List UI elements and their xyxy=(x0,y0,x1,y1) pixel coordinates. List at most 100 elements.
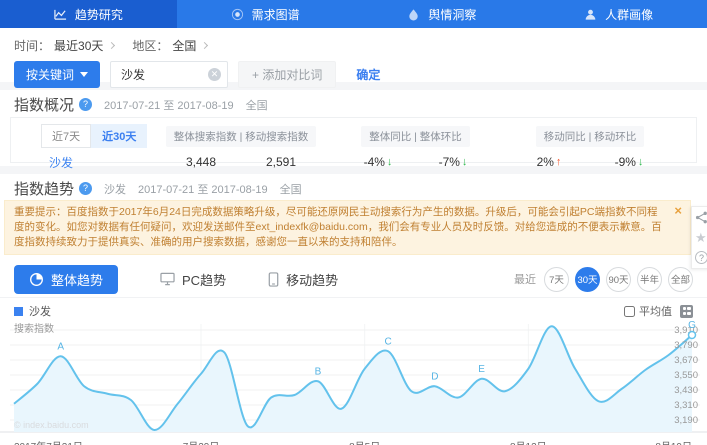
region-label: 地区： xyxy=(132,39,169,53)
x-axis-label: 8月19日 xyxy=(655,438,692,445)
chevron-right-icon[interactable] xyxy=(201,41,209,50)
trend-keyword: 沙发 xyxy=(104,183,127,196)
trend-date-range: 2017-07-21 至 2017-08-19 xyxy=(138,183,268,196)
baidu-index-page: 趋势研究 需求图谱 舆情洞察 人群画像 时间： 最近30天 地区： 全国 按关键词 … xyxy=(0,0,707,445)
trend-title: 指数趋势 xyxy=(14,181,75,198)
legend-keyword: 沙发 xyxy=(29,306,51,318)
chevron-down-icon xyxy=(80,72,89,77)
tab-pc-trend[interactable]: PC趋势 xyxy=(160,270,226,289)
mobile-ratio-header: 移动同比 | 移动环比 xyxy=(535,125,645,147)
keyword-mode-button[interactable]: 按关键词 xyxy=(14,61,101,88)
help-icon[interactable]: ? xyxy=(79,182,93,195)
up-arrow-icon: ↑ xyxy=(555,156,562,168)
tab-label: 整体趋势 xyxy=(51,272,104,288)
down-arrow-icon: ↓ xyxy=(386,156,393,168)
svg-text:F: F xyxy=(549,320,555,322)
mobile-ratio-values: 2% ↑ -9% ↓ xyxy=(510,155,670,169)
trend-header: 指数趋势 ? 沙发 2017-07-21 至 2017-08-19 全国 xyxy=(0,174,707,198)
add-compare-button[interactable]: + 添加对比词 xyxy=(238,61,337,88)
time-label: 时间： xyxy=(14,39,51,53)
period-half-year[interactable]: 半年 xyxy=(637,266,662,292)
overall-ratio-values: -4% ↓ -7% ↓ xyxy=(341,155,491,169)
tab-mobile-trend[interactable]: 移动趋势 xyxy=(268,270,338,289)
overall-ratio-header: 整体同比 | 整体环比 xyxy=(361,125,470,147)
time-value[interactable]: 最近30天 xyxy=(54,37,103,54)
mobile-mom: -9% ↓ xyxy=(614,155,644,169)
chart-legend-row: 沙发 平均值 xyxy=(0,298,707,320)
svg-text:© index.baidu.com: © index.baidu.com xyxy=(14,420,89,430)
help-icon[interactable]: ? xyxy=(79,98,93,111)
trend-tabs: 整体趋势 PC趋势 移动趋势 最近 7天 30天 90天 半年 全部 xyxy=(0,261,707,297)
region-value[interactable]: 全国 xyxy=(172,37,196,54)
average-checkbox[interactable] xyxy=(624,305,635,317)
time-region-filters: 时间： 最近30天 地区： 全国 xyxy=(14,37,693,54)
overview-column-headers: 近7天 近30天 整体搜索指数 | 移动搜索指数 整体同比 | 整体环比 移动同… xyxy=(11,118,696,148)
x-axis-label: 8月5日 xyxy=(349,438,380,445)
nav-label: 舆情洞察 xyxy=(428,7,477,22)
confirm-button[interactable]: 确定 xyxy=(350,65,386,84)
tab-label: 移动趋势 xyxy=(286,272,339,288)
trend-line-icon xyxy=(54,9,66,20)
filter-section: 时间：最近30天 地区：全国 按关键词 ✕ + 添加对比词 确定 xyxy=(0,28,707,88)
nav-item-trend-research[interactable]: 趋势研究 xyxy=(0,0,177,28)
pie-icon xyxy=(30,272,43,286)
nav-item-sentiment-insight[interactable]: 舆情洞察 xyxy=(354,0,531,28)
trend-line-chart[interactable]: 3,190 3,310 3,430 3,550 3,670 3,790 3,910 A B C D E… xyxy=(0,311,707,438)
overview-keyword[interactable]: 沙发 xyxy=(49,154,161,171)
period-label: 最近 xyxy=(514,274,536,286)
tab-overall-trend[interactable]: 整体趋势 xyxy=(14,264,119,294)
svg-text:3,310: 3,310 xyxy=(674,400,698,411)
period-selector: 最近 7天 30天 90天 半年 全部 xyxy=(514,266,693,292)
period-30days[interactable]: 30天 xyxy=(575,266,600,292)
svg-text:G: G xyxy=(688,320,696,331)
help-circle-icon[interactable]: ? xyxy=(695,251,707,264)
average-label: 平均值 xyxy=(639,306,672,318)
period-7days[interactable]: 7天 xyxy=(544,266,569,292)
svg-text:3,430: 3,430 xyxy=(674,385,698,396)
svg-text:C: C xyxy=(384,336,391,347)
overview-date-range: 2017-07-21 至 2017-08-19 xyxy=(104,99,234,112)
period-all[interactable]: 全部 xyxy=(668,266,693,292)
overview-region: 全国 xyxy=(245,99,268,112)
nav-item-audience-profile[interactable]: 人群画像 xyxy=(530,0,707,28)
search-index-values: 3,448 2,591 xyxy=(161,155,321,169)
top-nav: 趋势研究 需求图谱 舆情洞察 人群画像 xyxy=(0,0,707,28)
svg-text:3,790: 3,790 xyxy=(674,340,698,351)
toggle-30days[interactable]: 近30天 xyxy=(91,124,148,148)
person-icon xyxy=(585,9,596,20)
share-icon[interactable] xyxy=(695,211,707,224)
clear-keyword-icon[interactable]: ✕ xyxy=(208,68,222,81)
favorite-star-icon[interactable]: ★ xyxy=(695,231,707,244)
monitor-icon xyxy=(160,272,175,286)
svg-text:A: A xyxy=(57,341,64,352)
legend-swatch xyxy=(14,306,23,316)
period-90days[interactable]: 90天 xyxy=(606,266,631,292)
nav-label: 人群画像 xyxy=(605,7,654,22)
nav-label: 趋势研究 xyxy=(74,7,123,22)
trend-section: 指数趋势 ? 沙发 2017-07-21 至 2017-08-19 全国 重要提… xyxy=(0,174,707,445)
overview-section: 指数概况 ? 2017-07-21 至 2017-08-19 全国 近7天 近3… xyxy=(0,90,707,170)
close-icon[interactable]: × xyxy=(674,204,682,217)
insight-icon xyxy=(409,8,419,21)
notice-text: 重要提示：百度指数于2017年6月24日完成数据策略升级，尽可能还原网民主动搜索… xyxy=(14,206,662,248)
x-axis-label: 7月29日 xyxy=(183,438,220,445)
chevron-right-icon[interactable] xyxy=(108,41,116,50)
nav-label: 需求图谱 xyxy=(251,7,300,22)
svg-text:E: E xyxy=(478,364,485,375)
overview-panel: 近7天 近30天 整体搜索指数 | 移动搜索指数 整体同比 | 整体环比 移动同… xyxy=(10,117,697,170)
mobile-index-value: 2,591 xyxy=(265,155,297,169)
x-axis-labels: 2017年7月21日 7月29日 8月5日 8月12日 8月19日 xyxy=(0,438,707,445)
phone-icon xyxy=(268,271,279,287)
overall-mom: -7% ↓ xyxy=(438,155,468,169)
data-table-icon[interactable] xyxy=(680,304,693,318)
keyword-input-wrap: ✕ xyxy=(110,61,229,88)
x-axis-label: 8月12日 xyxy=(510,438,547,445)
average-toggle[interactable]: 平均值 xyxy=(624,303,672,319)
down-arrow-icon: ↓ xyxy=(461,156,468,168)
search-index-header: 整体搜索指数 | 移动搜索指数 xyxy=(165,125,317,147)
svg-text:D: D xyxy=(431,371,438,382)
nav-item-demand-graph[interactable]: 需求图谱 xyxy=(177,0,354,28)
toggle-7days[interactable]: 近7天 xyxy=(41,124,92,148)
trend-region: 全国 xyxy=(279,183,302,196)
float-toolbar: ★ ? xyxy=(691,206,707,269)
